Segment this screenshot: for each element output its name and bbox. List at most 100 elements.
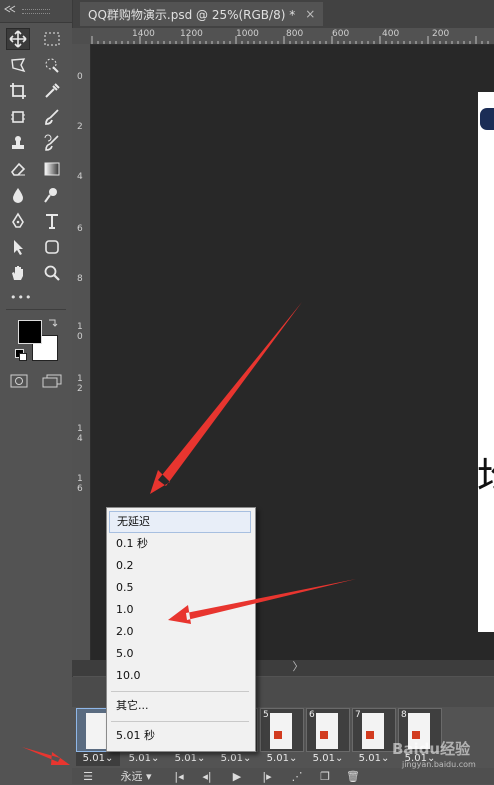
frame-thumbnail (316, 713, 338, 749)
ruler-label: 600 (332, 29, 350, 39)
frame-number: 7 (355, 710, 361, 720)
move-icon[interactable] (6, 28, 30, 50)
ruler-label: 6 (77, 224, 83, 234)
ruler-label: 800 (286, 29, 304, 39)
first-frame-icon[interactable]: |◂ (170, 768, 188, 784)
menu-separator (111, 721, 249, 722)
ruler-corner (72, 28, 90, 44)
play-icon[interactable]: ▶ (228, 768, 246, 784)
frame-delay-dropdown[interactable]: 5.01⌄ (168, 752, 212, 766)
frame-number: 8 (401, 710, 407, 720)
menu-separator (111, 691, 249, 692)
path-select-icon[interactable] (6, 236, 30, 258)
marquee-icon[interactable] (40, 28, 64, 50)
ruler-label: 400 (382, 29, 400, 39)
brush-icon[interactable] (40, 106, 64, 128)
frame-delay-dropdown[interactable]: 5.01⌄ (352, 752, 396, 766)
next-frame-icon[interactable]: |▸ (258, 768, 276, 784)
frame-delay-dropdown[interactable]: 5.01⌄ (306, 752, 350, 766)
frame-delay-value: 5.01 (220, 753, 243, 764)
panel-grip[interactable] (22, 9, 50, 14)
scroll-right-icon[interactable]: 〉 (290, 659, 306, 675)
default-colors-bg-icon (19, 353, 27, 361)
pen-icon[interactable] (6, 210, 30, 232)
frame-delay-dropdown[interactable]: 5.01⌄ (214, 752, 258, 766)
vertical-ruler[interactable]: 0 2 4 6 8 1 0 1 2 1 4 1 6 (72, 44, 91, 660)
previous-frame-icon[interactable]: ◂| (198, 768, 216, 784)
dodge-icon[interactable] (40, 184, 64, 206)
eraser-icon[interactable] (6, 158, 30, 180)
history-brush-icon[interactable] (40, 132, 64, 154)
menu-item-5-0[interactable]: 5.0 (109, 643, 251, 665)
animation-frame[interactable]: 7 (352, 708, 396, 752)
menu-item-1-0[interactable]: 1.0 (109, 599, 251, 621)
gradient-icon[interactable] (40, 158, 64, 180)
foreground-color-swatch[interactable] (18, 320, 42, 344)
frame-number: 5 (263, 710, 269, 720)
frame-delay-dropdown[interactable]: 5.01⌄ (76, 752, 120, 766)
frame-thumbnail (86, 713, 108, 749)
frame-delay-dropdown[interactable]: 5.01⌄ (122, 752, 166, 766)
thumbnail-mark (366, 731, 374, 739)
ruler-label: 4 (77, 172, 83, 182)
frame-delay-value: 5.01 (82, 753, 105, 764)
loop-options-dropdown[interactable]: 永远 ▾ (108, 768, 164, 784)
ruler-label: 1 6 (77, 474, 83, 494)
type-icon[interactable] (40, 210, 64, 232)
menu-item-no-delay[interactable]: 无延迟 (109, 511, 251, 533)
crop-icon[interactable] (6, 80, 30, 102)
frame-thumbnail (270, 713, 292, 749)
ruler-label: 1400 (132, 29, 155, 39)
collapse-icon[interactable] (4, 5, 16, 13)
ruler-label: 1 2 (77, 374, 83, 394)
menu-item-0-5[interactable]: 0.5 (109, 577, 251, 599)
thumbnail-mark (274, 731, 282, 739)
watermark-url: jingyan.baidu.com (402, 760, 476, 769)
close-tab-button[interactable]: × (305, 7, 315, 21)
animation-frame[interactable]: 5 (260, 708, 304, 752)
document-tab[interactable]: QQ群购物演示.psd @ 25%(RGB/8) * × (80, 2, 324, 26)
frame-delay-value: 5.01 (174, 753, 197, 764)
tools-panel-header (0, 0, 72, 23)
frame-delay-value: 5.01 (358, 753, 381, 764)
document-image-text: 均 (477, 445, 494, 503)
loop-options-value: 永远 (120, 770, 143, 783)
blur-icon[interactable] (6, 184, 30, 206)
quick-select-icon[interactable] (40, 54, 64, 76)
screen-mode-icon[interactable] (42, 374, 62, 388)
menu-item-current[interactable]: 5.01 秒 (109, 725, 251, 747)
frame-number: 6 (309, 710, 315, 720)
stamp-icon[interactable] (6, 132, 30, 154)
lasso-icon[interactable] (6, 54, 30, 76)
ruler-label: 1 4 (77, 424, 83, 444)
frame-delay-value: 5.01 (266, 753, 289, 764)
more-tools-icon[interactable]: ••• (10, 291, 32, 304)
menu-item-0-1[interactable]: 0.1 秒 (109, 533, 251, 555)
tween-icon[interactable]: ⋰ (288, 768, 306, 784)
menu-item-0-2[interactable]: 0.2 (109, 555, 251, 577)
document-title: QQ群购物演示.psd @ 25%(RGB/8) * (88, 7, 296, 22)
zoom-icon[interactable] (40, 262, 64, 284)
menu-item-other[interactable]: 其它... (109, 695, 251, 717)
ruler-label: 200 (432, 29, 450, 39)
convert-timeline-icon[interactable]: ☰ (78, 768, 98, 784)
hand-icon[interactable] (6, 262, 30, 284)
horizontal-ruler[interactable]: 1400 1200 1000 800 600 400 200 (90, 28, 494, 45)
eyedropper-icon[interactable] (40, 80, 64, 102)
shape-icon[interactable] (40, 236, 64, 258)
watermark-logo: Baidu经验 (392, 740, 471, 758)
animation-frame[interactable]: 6 (306, 708, 350, 752)
swap-colors-icon[interactable] (47, 317, 59, 329)
menu-item-10-0[interactable]: 10.0 (109, 665, 251, 687)
frame-delay-menu: 无延迟 0.1 秒 0.2 0.5 1.0 2.0 5.0 10.0 其它...… (106, 507, 256, 752)
toolbar-divider (6, 309, 66, 310)
quick-mask-icon[interactable] (10, 374, 28, 388)
frame-icon[interactable] (6, 106, 30, 128)
document-image (478, 92, 494, 632)
frame-thumbnail (362, 713, 384, 749)
thumbnail-mark (320, 731, 328, 739)
delete-frame-icon[interactable]: 🗑 (344, 768, 362, 784)
duplicate-frame-icon[interactable]: ❐ (316, 768, 334, 784)
frame-delay-dropdown[interactable]: 5.01⌄ (260, 752, 304, 766)
menu-item-2-0[interactable]: 2.0 (109, 621, 251, 643)
